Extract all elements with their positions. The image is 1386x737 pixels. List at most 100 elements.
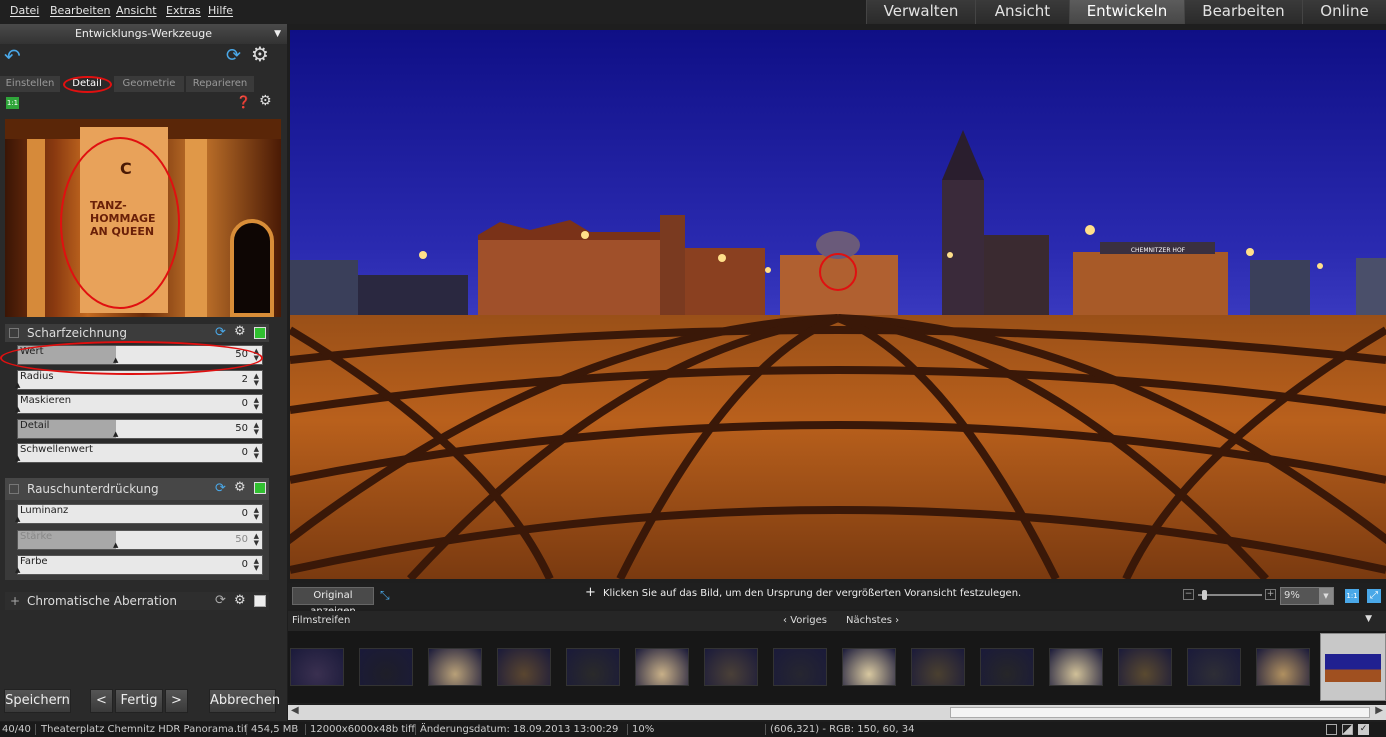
gear-icon[interactable]: ⚙ — [251, 44, 269, 64]
slider-value[interactable]: 2 — [242, 374, 248, 385]
scroll-right-icon[interactable]: ▶ — [1375, 705, 1383, 716]
tab-einstellen[interactable]: Einstellen — [0, 76, 60, 92]
reset-icon[interactable]: ⟳ — [215, 326, 226, 339]
spinner-icon[interactable]: ▲ ▼ — [254, 446, 259, 460]
chevron-down-icon[interactable]: ▼ — [1319, 588, 1333, 604]
menu-bearbeiten[interactable]: Bearbeiten — [50, 4, 110, 17]
filmstrip-thumb[interactable] — [1049, 648, 1103, 686]
mode-tab-bearbeiten[interactable]: Bearbeiten — [1184, 0, 1302, 24]
zoom-slider[interactable] — [1198, 594, 1262, 596]
show-original-button[interactable]: Original anzeigen — [292, 587, 374, 617]
spinner-icon[interactable]: ▲ ▼ — [254, 558, 259, 572]
filmstrip-thumb[interactable] — [566, 648, 620, 686]
reset-icon[interactable]: ⟳ — [215, 482, 226, 495]
slider-handle-icon[interactable]: ▲ — [15, 515, 20, 523]
view-check-icon[interactable]: ✓ — [1358, 724, 1369, 735]
view-single-icon[interactable] — [1326, 724, 1337, 735]
slider-value[interactable]: 0 — [242, 508, 248, 519]
filmstrip-thumb[interactable] — [428, 648, 482, 686]
caret-down-icon[interactable]: ▼ — [1365, 614, 1372, 624]
slider-value[interactable]: 50 — [235, 534, 248, 545]
gear-icon[interactable]: ⚙ — [234, 481, 246, 494]
slider-maskieren[interactable]: Maskieren 0 ▲ ▼ ▲ — [15, 394, 263, 414]
slider-handle-icon[interactable]: ▲ — [113, 430, 118, 438]
filmstrip-thumb[interactable] — [911, 648, 965, 686]
refresh-icon[interactable]: ⟳ — [226, 47, 241, 65]
noise-header[interactable]: Rauschunterdrückung — [5, 478, 269, 500]
slider-luminanz[interactable]: Luminanz 0 ▲ ▼ ▲ — [15, 504, 263, 524]
spinner-icon[interactable]: ▲ ▼ — [254, 421, 259, 436]
filmstrip-thumb-selected[interactable] — [1320, 633, 1386, 701]
collapse-icon[interactable] — [9, 484, 19, 494]
scroll-left-icon[interactable]: ◀ — [291, 705, 299, 716]
scrollbar-thumb[interactable] — [950, 707, 1370, 718]
enable-checkbox[interactable] — [254, 595, 266, 607]
filmstrip-thumb[interactable] — [773, 648, 827, 686]
zoom-select[interactable]: 9% ▼ — [1280, 587, 1334, 605]
slider-handle-icon[interactable]: ▲ — [15, 566, 20, 574]
filmstrip-thumb[interactable] — [290, 648, 344, 686]
slider-value[interactable]: 0 — [242, 559, 248, 570]
spinner-icon[interactable]: ▲ ▼ — [254, 397, 259, 411]
slider-value[interactable]: 0 — [242, 398, 248, 409]
detail-preview[interactable]: C TANZ- HOMMAGE AN QUEEN — [5, 119, 281, 317]
filmstrip-thumb[interactable] — [359, 648, 413, 686]
zoom-in-icon[interactable]: + — [1265, 589, 1276, 600]
done-button[interactable]: Fertig — [115, 689, 163, 713]
tab-geometrie[interactable]: Geometrie — [114, 76, 184, 92]
gear-icon[interactable]: ⚙ — [259, 94, 272, 108]
spinner-icon[interactable]: ▲ ▼ — [254, 532, 259, 547]
filmstrip-thumb[interactable] — [1187, 648, 1241, 686]
zoom-slider-thumb[interactable] — [1202, 590, 1207, 600]
fit-arrows-icon[interactable]: ⤡ — [380, 588, 390, 603]
help-icon[interactable]: ❓ — [236, 96, 251, 109]
filmstrip-thumb[interactable] — [497, 648, 551, 686]
spinner-icon[interactable]: ▲ ▼ — [254, 507, 259, 521]
enable-checkbox[interactable] — [254, 327, 266, 339]
mode-tab-online[interactable]: Online — [1302, 0, 1386, 24]
mode-tab-ansicht[interactable]: Ansicht — [975, 0, 1069, 24]
filmstrip-thumb[interactable] — [1256, 648, 1310, 686]
panorama-image[interactable]: CHEMNITZER HOF — [290, 30, 1386, 579]
prev-button[interactable]: < — [90, 689, 113, 713]
enable-checkbox[interactable] — [254, 482, 266, 494]
expand-icon[interactable]: + — [10, 592, 20, 610]
menu-extras[interactable]: Extras — [166, 4, 201, 17]
slider-handle-icon[interactable]: ▲ — [113, 541, 118, 549]
spinner-icon[interactable]: ▲ ▼ — [254, 372, 259, 387]
zoom-1-1-icon[interactable]: 1:1 — [1345, 589, 1359, 603]
mode-tab-verwalten[interactable]: Verwalten — [866, 0, 975, 24]
gear-icon[interactable]: ⚙ — [234, 325, 246, 338]
save-button[interactable]: Speichern — [4, 689, 71, 713]
gear-icon[interactable]: ⚙ — [234, 594, 246, 607]
mode-tab-entwickeln[interactable]: Entwickeln — [1069, 0, 1184, 24]
slider-handle-icon[interactable]: ▲ — [15, 405, 20, 413]
slider-value[interactable]: 0 — [242, 447, 248, 458]
zoom-1-1-icon[interactable]: 1:1 — [6, 97, 19, 109]
slider-stärke[interactable]: Stärke 50 ▲ ▼ ▲ — [17, 529, 263, 550]
chromatic-header[interactable]: + Chromatische Aberration — [5, 592, 269, 610]
slider-handle-icon[interactable]: ▲ — [15, 454, 20, 462]
slider-schwellenwert[interactable]: Schwellenwert 0 ▲ ▼ ▲ — [15, 443, 263, 463]
menu-hilfe[interactable]: Hilfe — [208, 4, 233, 17]
view-split-icon[interactable] — [1342, 724, 1353, 735]
undo-icon[interactable]: ↶ — [4, 46, 21, 66]
filmstrip-scrollbar[interactable]: ◀ ▶ — [288, 705, 1386, 720]
slider-farbe[interactable]: Farbe 0 ▲ ▼ ▲ — [15, 555, 263, 575]
filmstrip-prev[interactable]: ‹ Voriges — [783, 615, 827, 626]
filmstrip-thumb[interactable] — [635, 648, 689, 686]
filmstrip-thumb[interactable] — [704, 648, 758, 686]
zoom-out-icon[interactable]: − — [1183, 589, 1194, 600]
slider-value[interactable]: 50 — [235, 423, 248, 434]
filmstrip-thumb[interactable] — [842, 648, 896, 686]
slider-detail[interactable]: Detail 50 ▲ ▼ ▲ — [17, 418, 263, 439]
tab-reparieren[interactable]: Reparieren — [186, 76, 254, 92]
filmstrip-next[interactable]: Nächstes › — [846, 615, 899, 626]
next-button[interactable]: > — [165, 689, 188, 713]
sharpening-header[interactable]: Scharfzeichnung — [5, 324, 269, 342]
reset-icon[interactable]: ⟳ — [215, 594, 226, 607]
fit-screen-icon[interactable]: ⤢ — [1367, 589, 1381, 603]
menu-ansicht[interactable]: Ansicht — [116, 4, 157, 17]
filmstrip-thumb[interactable] — [1118, 648, 1172, 686]
menu-datei[interactable]: Datei — [10, 4, 39, 17]
